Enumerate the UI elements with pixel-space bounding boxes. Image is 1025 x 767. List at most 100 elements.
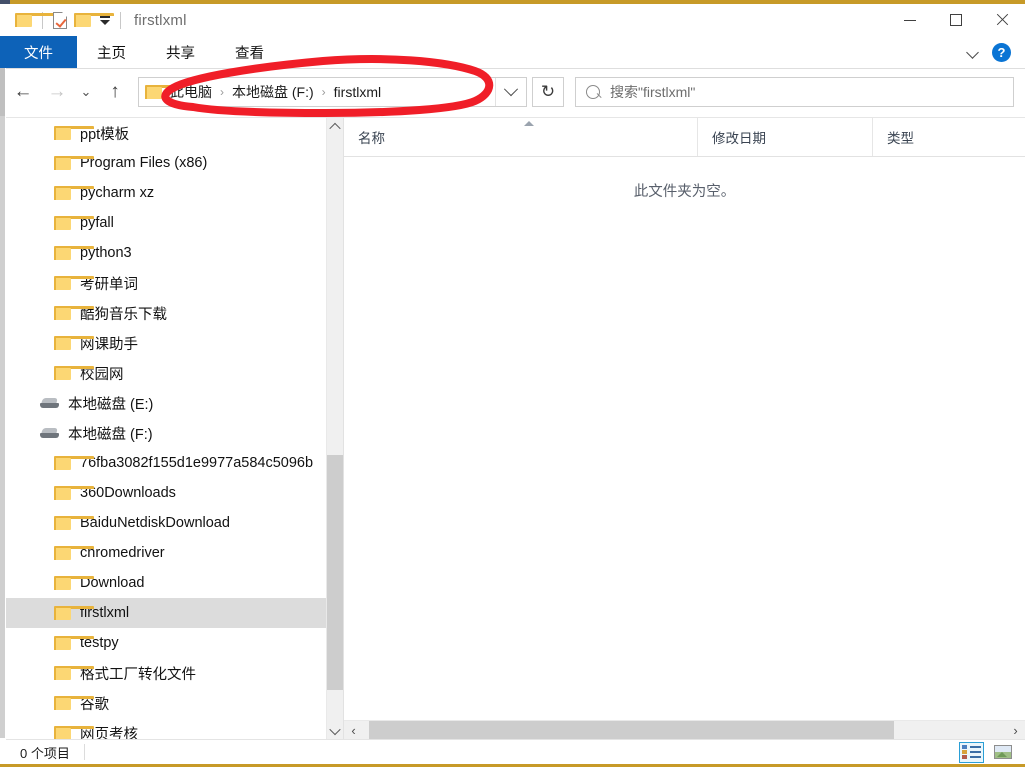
tree-item[interactable]: 网课助手 (6, 328, 343, 358)
properties-icon[interactable] (53, 11, 67, 29)
address-folder-icon (145, 85, 185, 99)
column-header-name[interactable]: 名称 (344, 118, 697, 156)
tree-item[interactable]: Download (6, 568, 343, 598)
folder-icon (54, 576, 94, 590)
file-list-horizontal-scrollbar[interactable]: ‹ › (344, 720, 1025, 739)
folder-icon (54, 516, 94, 530)
history-dropdown-icon[interactable]: ⌄ (74, 75, 98, 109)
status-divider (83, 744, 85, 760)
tree-item[interactable]: pyfall (6, 208, 343, 238)
ribbon-right-controls: ? (967, 36, 1025, 68)
search-input[interactable]: 搜索"firstlxml" (610, 82, 695, 102)
tree-item[interactable]: pycharm xz (6, 178, 343, 208)
toolbar-divider-2 (120, 11, 121, 29)
tree-scroll-thumb[interactable] (327, 455, 343, 690)
details-view-icon (962, 745, 981, 759)
tree-item[interactable]: 本地磁盘 (F:) (6, 418, 343, 448)
tree-item-content: pyfall (6, 215, 114, 231)
breadcrumb-separator-0: › (220, 85, 224, 99)
folder-icon (54, 666, 94, 680)
breadcrumb-separator-1: › (321, 85, 326, 99)
chevron-down-icon[interactable] (967, 47, 978, 58)
tree-item[interactable]: 校园网 (6, 358, 343, 388)
new-folder-icon[interactable] (74, 13, 114, 27)
tree-item[interactable]: firstlxml (6, 598, 343, 628)
tree-item[interactable]: ppt模板 (6, 118, 343, 148)
tree-item-content: 网页考核 (6, 723, 138, 739)
tree-item-content: 校园网 (6, 363, 124, 384)
address-bar[interactable]: 此电脑 › 本地磁盘 (F:) › firstlxml (138, 77, 527, 107)
tree-item-label: 本地磁盘 (E:) (68, 396, 154, 413)
tree-item[interactable]: BaiduNetdiskDownload (6, 508, 343, 538)
column-header-type-label: 类型 (887, 131, 914, 146)
search-icon (576, 85, 610, 99)
tree-item-content: python3 (6, 245, 132, 261)
folder-icon (54, 276, 94, 290)
tree-item[interactable]: 考研单词 (6, 268, 343, 298)
scroll-up-icon[interactable] (327, 118, 343, 135)
tree-item-label: 本地磁盘 (F:) (68, 426, 153, 443)
folder-icon[interactable] (15, 13, 55, 27)
tree-item-content: pycharm xz (6, 185, 154, 201)
tree-item[interactable]: chromedriver (6, 538, 343, 568)
search-box[interactable]: 搜索"firstlxml" (575, 77, 1014, 107)
tree-item-content: 格式工厂转化文件 (6, 663, 196, 684)
tree-item[interactable]: testpy (6, 628, 343, 658)
customize-qat-dropdown-icon[interactable] (98, 15, 110, 25)
tree-item-content: 360Downloads (6, 485, 176, 501)
tree-item[interactable]: 酷狗音乐下载 (6, 298, 343, 328)
close-button[interactable] (979, 4, 1025, 36)
tab-view[interactable]: 查看 (215, 36, 284, 68)
tree-item-content: 网课助手 (6, 333, 138, 354)
refresh-button[interactable]: ↻ (532, 77, 564, 107)
tree-item[interactable]: 格式工厂转化文件 (6, 658, 343, 688)
large-icons-view-button[interactable] (990, 742, 1015, 763)
tree-item[interactable]: 谷歌 (6, 688, 343, 718)
tree-item[interactable]: 网页考核 (6, 718, 343, 739)
column-header-name-label: 名称 (358, 131, 385, 146)
address-dropdown-icon[interactable] (495, 78, 526, 106)
tab-file[interactable]: 文件 (0, 36, 77, 68)
scroll-left-icon[interactable]: ‹ (344, 721, 363, 739)
tree-item[interactable]: python3 (6, 238, 343, 268)
tree-item-content: 76fba3082f155d1e9977a584c5096b (6, 455, 313, 471)
status-bar: 0 个项目 (6, 739, 1025, 764)
horizontal-scroll-thumb[interactable] (369, 721, 894, 739)
tree-item-content: testpy (6, 635, 119, 651)
window-title: firstlxml (134, 11, 187, 29)
maximize-button[interactable] (933, 4, 979, 36)
minimize-button[interactable] (887, 4, 933, 36)
background-window-left-accent-mid (0, 66, 5, 116)
tree-item[interactable]: 本地磁盘 (E:) (6, 388, 343, 418)
main-content: ppt模板 Program Files (x86) pycharm xz pyfall… (6, 117, 1025, 739)
tree-item-label: BaiduNetdiskDownload (80, 515, 230, 531)
drive-icon (40, 397, 59, 410)
tree-vertical-scrollbar[interactable] (326, 118, 343, 739)
drive-icon (40, 427, 59, 440)
details-view-button[interactable] (959, 741, 984, 763)
tree-item[interactable]: 360Downloads (6, 478, 343, 508)
tree-item[interactable]: 76fba3082f155d1e9977a584c5096b (6, 448, 343, 478)
tree-item-label: Program Files (x86) (80, 155, 208, 171)
up-button[interactable]: ↑ (98, 75, 132, 109)
tree-item-content: Download (6, 575, 145, 591)
scroll-down-icon[interactable] (327, 722, 343, 739)
breadcrumb-item-2[interactable]: firstlxml (331, 84, 384, 100)
folder-icon (54, 366, 94, 380)
tab-home[interactable]: 主页 (77, 36, 146, 68)
tab-share[interactable]: 共享 (146, 36, 215, 68)
folder-icon (54, 246, 94, 260)
breadcrumb-item-1[interactable]: 本地磁盘 (F:) (229, 82, 317, 102)
folder-icon (54, 546, 94, 560)
ribbon-tab-bar: 文件 主页 共享 查看 ? (0, 36, 1025, 69)
tree-item[interactable]: Program Files (x86) (6, 148, 343, 178)
help-icon[interactable]: ? (992, 42, 1011, 62)
scroll-right-icon[interactable]: › (1006, 721, 1025, 739)
window-controls (887, 4, 1025, 36)
folder-icon (54, 126, 94, 140)
back-button[interactable]: ← (6, 75, 40, 109)
folder-icon (54, 636, 94, 650)
column-header-type[interactable]: 类型 (872, 118, 1002, 156)
breadcrumb[interactable]: 此电脑 › 本地磁盘 (F:) › firstlxml (162, 82, 495, 102)
column-header-date[interactable]: 修改日期 (697, 118, 872, 156)
